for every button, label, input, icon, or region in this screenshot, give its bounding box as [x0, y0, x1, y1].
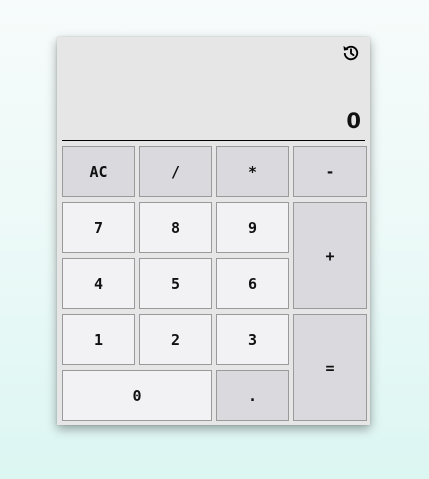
add-button[interactable]: +	[293, 202, 367, 309]
digit-0-button[interactable]: 0	[62, 370, 212, 421]
digit-8-button[interactable]: 8	[139, 202, 212, 253]
multiply-button[interactable]: *	[216, 146, 289, 197]
digit-3-button[interactable]: 3	[216, 314, 289, 365]
digit-9-button[interactable]: 9	[216, 202, 289, 253]
digit-4-button[interactable]: 4	[62, 258, 135, 309]
result-display: 0	[346, 109, 361, 133]
digit-6-button[interactable]: 6	[216, 258, 289, 309]
display-divider	[62, 140, 365, 141]
history-icon[interactable]	[341, 43, 361, 63]
subtract-button[interactable]: -	[293, 146, 367, 197]
calculator-panel: 0 AC / * - 7 8 9 + 4 5 6 1 2 3 = 0 .	[57, 37, 370, 425]
equals-button[interactable]: =	[293, 314, 367, 421]
decimal-button[interactable]: .	[216, 370, 289, 421]
clear-button[interactable]: AC	[62, 146, 135, 197]
digit-5-button[interactable]: 5	[139, 258, 212, 309]
keypad: AC / * - 7 8 9 + 4 5 6 1 2 3 = 0 .	[62, 146, 367, 422]
digit-2-button[interactable]: 2	[139, 314, 212, 365]
digit-1-button[interactable]: 1	[62, 314, 135, 365]
digit-7-button[interactable]: 7	[62, 202, 135, 253]
divide-button[interactable]: /	[139, 146, 212, 197]
